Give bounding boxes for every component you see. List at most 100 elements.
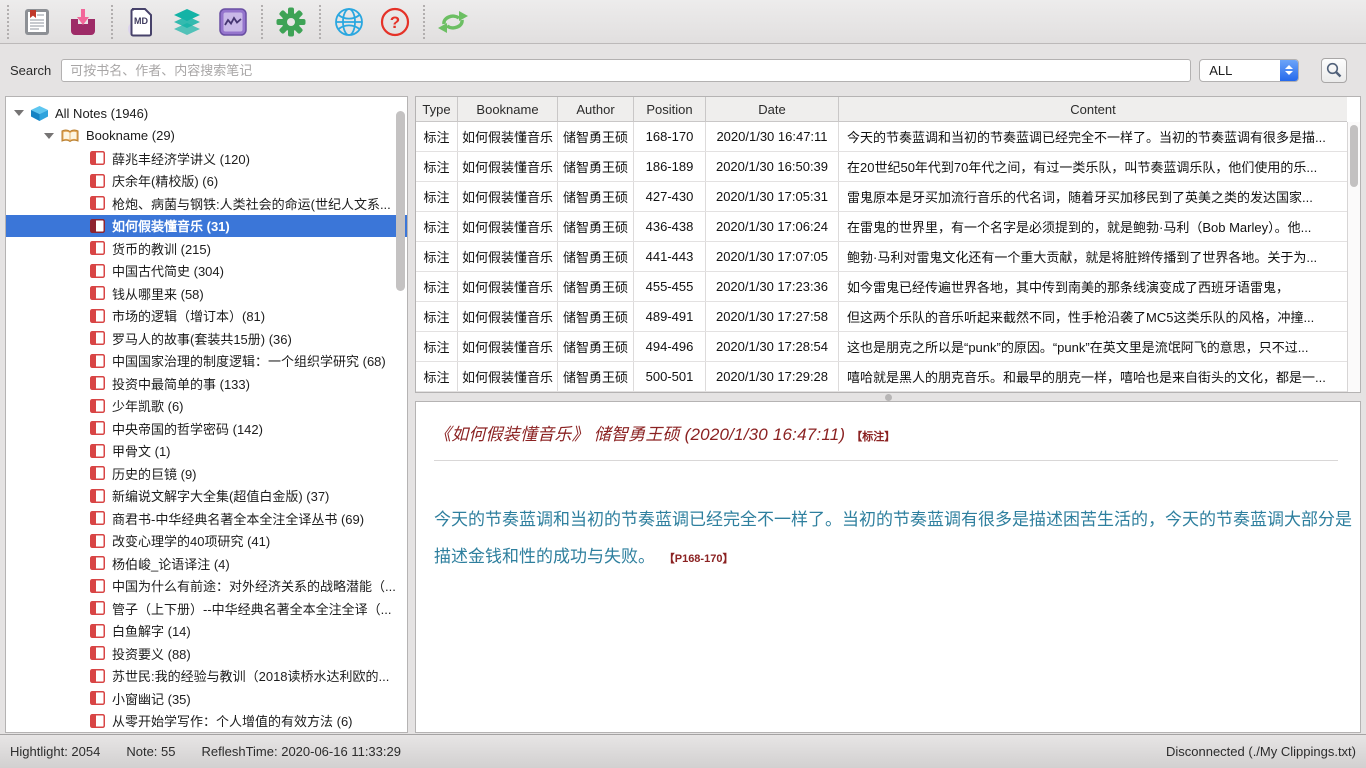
cell-date: 2020/1/30 17:07:05: [706, 242, 839, 271]
refresh-button[interactable]: [430, 2, 476, 42]
table-column-header[interactable]: Content: [839, 97, 1347, 121]
tree-item-label: 钱从哪里来 (58): [112, 284, 204, 303]
table-column-header[interactable]: Author: [558, 97, 634, 121]
tree-item-book[interactable]: 历史的巨镜 (9): [6, 462, 407, 485]
splitter-handle-icon: [885, 394, 892, 401]
table-scrollbar-thumb[interactable]: [1350, 125, 1358, 187]
tree-item-book[interactable]: 改变心理学的40项研究 (41): [6, 530, 407, 553]
tree-item-book[interactable]: 甲骨文 (1): [6, 440, 407, 463]
tree-item-label: 少年凯歌 (6): [112, 396, 184, 415]
tree-item-book[interactable]: 中国为什么有前途：对外经济关系的战略潜能（...: [6, 575, 407, 598]
table-column-header[interactable]: Bookname: [458, 97, 558, 121]
tree-item-book[interactable]: 中央帝国的哲学密码 (142): [6, 417, 407, 440]
tree-item-book[interactable]: 商君书-中华经典名著全本全注全译丛书 (69): [6, 507, 407, 530]
search-button[interactable]: [1321, 58, 1347, 83]
tree-item-label: 枪炮、病菌与钢铁:人类社会的命运(世纪人文系...: [112, 194, 391, 213]
search-input[interactable]: [61, 59, 1191, 82]
open-book-icon: [61, 129, 79, 143]
settings-button[interactable]: [268, 2, 314, 42]
tree-item-book[interactable]: 如何假装懂音乐 (31): [6, 215, 407, 238]
cell-author: 储智勇王硕: [558, 212, 634, 241]
tree-item-label: 中央帝国的哲学密码 (142): [112, 419, 263, 438]
tree-item-book[interactable]: 投资要义 (88): [6, 642, 407, 665]
search-icon: [1326, 62, 1342, 78]
table-column-header[interactable]: Type: [416, 97, 458, 121]
web-button[interactable]: [326, 2, 372, 42]
table-column-header[interactable]: Position: [634, 97, 706, 121]
tree-item-book[interactable]: 苏世民:我的经验与教训（2018读桥水达利欧的...: [6, 665, 407, 688]
tree-item-book[interactable]: 钱从哪里来 (58): [6, 282, 407, 305]
book-icon: [90, 286, 105, 300]
table-scrollbar[interactable]: [1347, 122, 1360, 392]
table-row[interactable]: 标注 如何假装懂音乐 储智勇王硕 489-491 2020/1/30 17:27…: [416, 302, 1347, 332]
statistics-button[interactable]: [210, 2, 256, 42]
book-icon: [90, 151, 105, 165]
tree-item-book[interactable]: 枪炮、病菌与钢铁:人类社会的命运(世纪人文系...: [6, 192, 407, 215]
tree-item-bookname-group[interactable]: Bookname (29): [6, 125, 407, 148]
cell-date: 2020/1/30 16:47:11: [706, 122, 839, 151]
tree-item-book[interactable]: 白鱼解字 (14): [6, 620, 407, 643]
tree-item-label: 如何假装懂音乐 (31): [112, 216, 230, 235]
table-column-header[interactable]: Date: [706, 97, 839, 121]
cell-type: 标注: [416, 272, 458, 301]
cell-date: 2020/1/30 16:50:39: [706, 152, 839, 181]
tree-item-book[interactable]: 管子（上下册）--中华经典名著全本全注全译（...: [6, 597, 407, 620]
tree-item-book[interactable]: 薛兆丰经济学讲义 (120): [6, 147, 407, 170]
statistics-icon: [219, 8, 247, 36]
tree-item-label: 货币的教训 (215): [112, 239, 211, 258]
tree-item-book[interactable]: 少年凯歌 (6): [6, 395, 407, 418]
tree-item-book[interactable]: 庆余年(精校版) (6): [6, 170, 407, 193]
globe-icon: [334, 7, 364, 37]
cell-content: 嘻哈就是黑人的朋克音乐。和最早的朋克一样，嘻哈也是来自街头的文化，都是一...: [839, 362, 1347, 391]
tree-scrollbar-thumb[interactable]: [396, 111, 405, 291]
filter-dropdown[interactable]: ALL: [1199, 59, 1299, 82]
tree-item-label: 庆余年(精校版) (6): [112, 171, 218, 190]
tree-item-book[interactable]: 新编说文解字大全集(超值白金版) (37): [6, 485, 407, 508]
svg-text:MD: MD: [134, 16, 148, 26]
book-icon: [90, 601, 105, 615]
table-row[interactable]: 标注 如何假装懂音乐 储智勇王硕 494-496 2020/1/30 17:28…: [416, 332, 1347, 362]
markdown-export-button[interactable]: MD: [118, 2, 164, 42]
table-row[interactable]: 标注 如何假装懂音乐 储智勇王硕 436-438 2020/1/30 17:06…: [416, 212, 1347, 242]
cell-date: 2020/1/30 17:28:54: [706, 332, 839, 361]
markdown-export-icon: MD: [127, 7, 155, 37]
tree-item-label: 市场的逻辑（增订本）(81): [112, 306, 265, 325]
notes-button[interactable]: [14, 2, 60, 42]
tree-item-label: All Notes (1946): [55, 106, 148, 121]
table-row[interactable]: 标注 如何假装懂音乐 储智勇王硕 186-189 2020/1/30 16:50…: [416, 152, 1347, 182]
import-button[interactable]: [60, 2, 106, 42]
book-icon: [90, 309, 105, 323]
stepper-icon: [1280, 60, 1298, 81]
status-highlight-count: Hightlight: 2054: [10, 744, 100, 759]
book-tree: All Notes (1946) Bookname (29) 薛兆丰经济学讲义 …: [6, 97, 407, 732]
layers-button[interactable]: [164, 2, 210, 42]
tree-item-book[interactable]: 货币的教训 (215): [6, 237, 407, 260]
table-row[interactable]: 标注 如何假装懂音乐 储智勇王硕 441-443 2020/1/30 17:07…: [416, 242, 1347, 272]
cell-author: 储智勇王硕: [558, 122, 634, 151]
tree-item-all-notes[interactable]: All Notes (1946): [6, 102, 407, 125]
book-icon: [90, 534, 105, 548]
tree-item-book[interactable]: 罗马人的故事(套装共15册) (36): [6, 327, 407, 350]
svg-text:?: ?: [390, 13, 400, 32]
tree-item-book[interactable]: 投资中最简单的事 (133): [6, 372, 407, 395]
tree-item-book[interactable]: 市场的逻辑（增订本）(81): [6, 305, 407, 328]
help-button[interactable]: ?: [372, 2, 418, 42]
tree-item-book[interactable]: 中国古代简史 (304): [6, 260, 407, 283]
table-row[interactable]: 标注 如何假装懂音乐 储智勇王硕 455-455 2020/1/30 17:23…: [416, 272, 1347, 302]
cell-date: 2020/1/30 17:23:36: [706, 272, 839, 301]
book-icon: [90, 669, 105, 683]
table-row[interactable]: 标注 如何假装懂音乐 储智勇王硕 168-170 2020/1/30 16:47…: [416, 122, 1347, 152]
tree-item-book[interactable]: 从零开始学写作：个人增值的有效方法 (6): [6, 710, 407, 733]
disclosure-triangle-icon[interactable]: [14, 108, 24, 118]
notes-icon: [24, 8, 50, 36]
tree-item-book[interactable]: 杨伯峻_论语译注 (4): [6, 552, 407, 575]
tree-item-book[interactable]: 中国国家治理的制度逻辑：一个组织学研究 (68): [6, 350, 407, 373]
panel-splitter[interactable]: [415, 393, 1361, 401]
cell-content: 但这两个乐队的音乐听起来截然不同，性手枪沿袭了MC5这类乐队的风格，冲撞...: [839, 302, 1347, 331]
table-row[interactable]: 标注 如何假装懂音乐 储智勇王硕 500-501 2020/1/30 17:29…: [416, 362, 1347, 392]
tree-item-book[interactable]: 小窗幽记 (35): [6, 687, 407, 710]
tree-item-label: 投资中最简单的事 (133): [112, 374, 250, 393]
tree-item-label: 薛兆丰经济学讲义 (120): [112, 149, 250, 168]
table-row[interactable]: 标注 如何假装懂音乐 储智勇王硕 427-430 2020/1/30 17:05…: [416, 182, 1347, 212]
disclosure-triangle-icon[interactable]: [44, 131, 54, 141]
